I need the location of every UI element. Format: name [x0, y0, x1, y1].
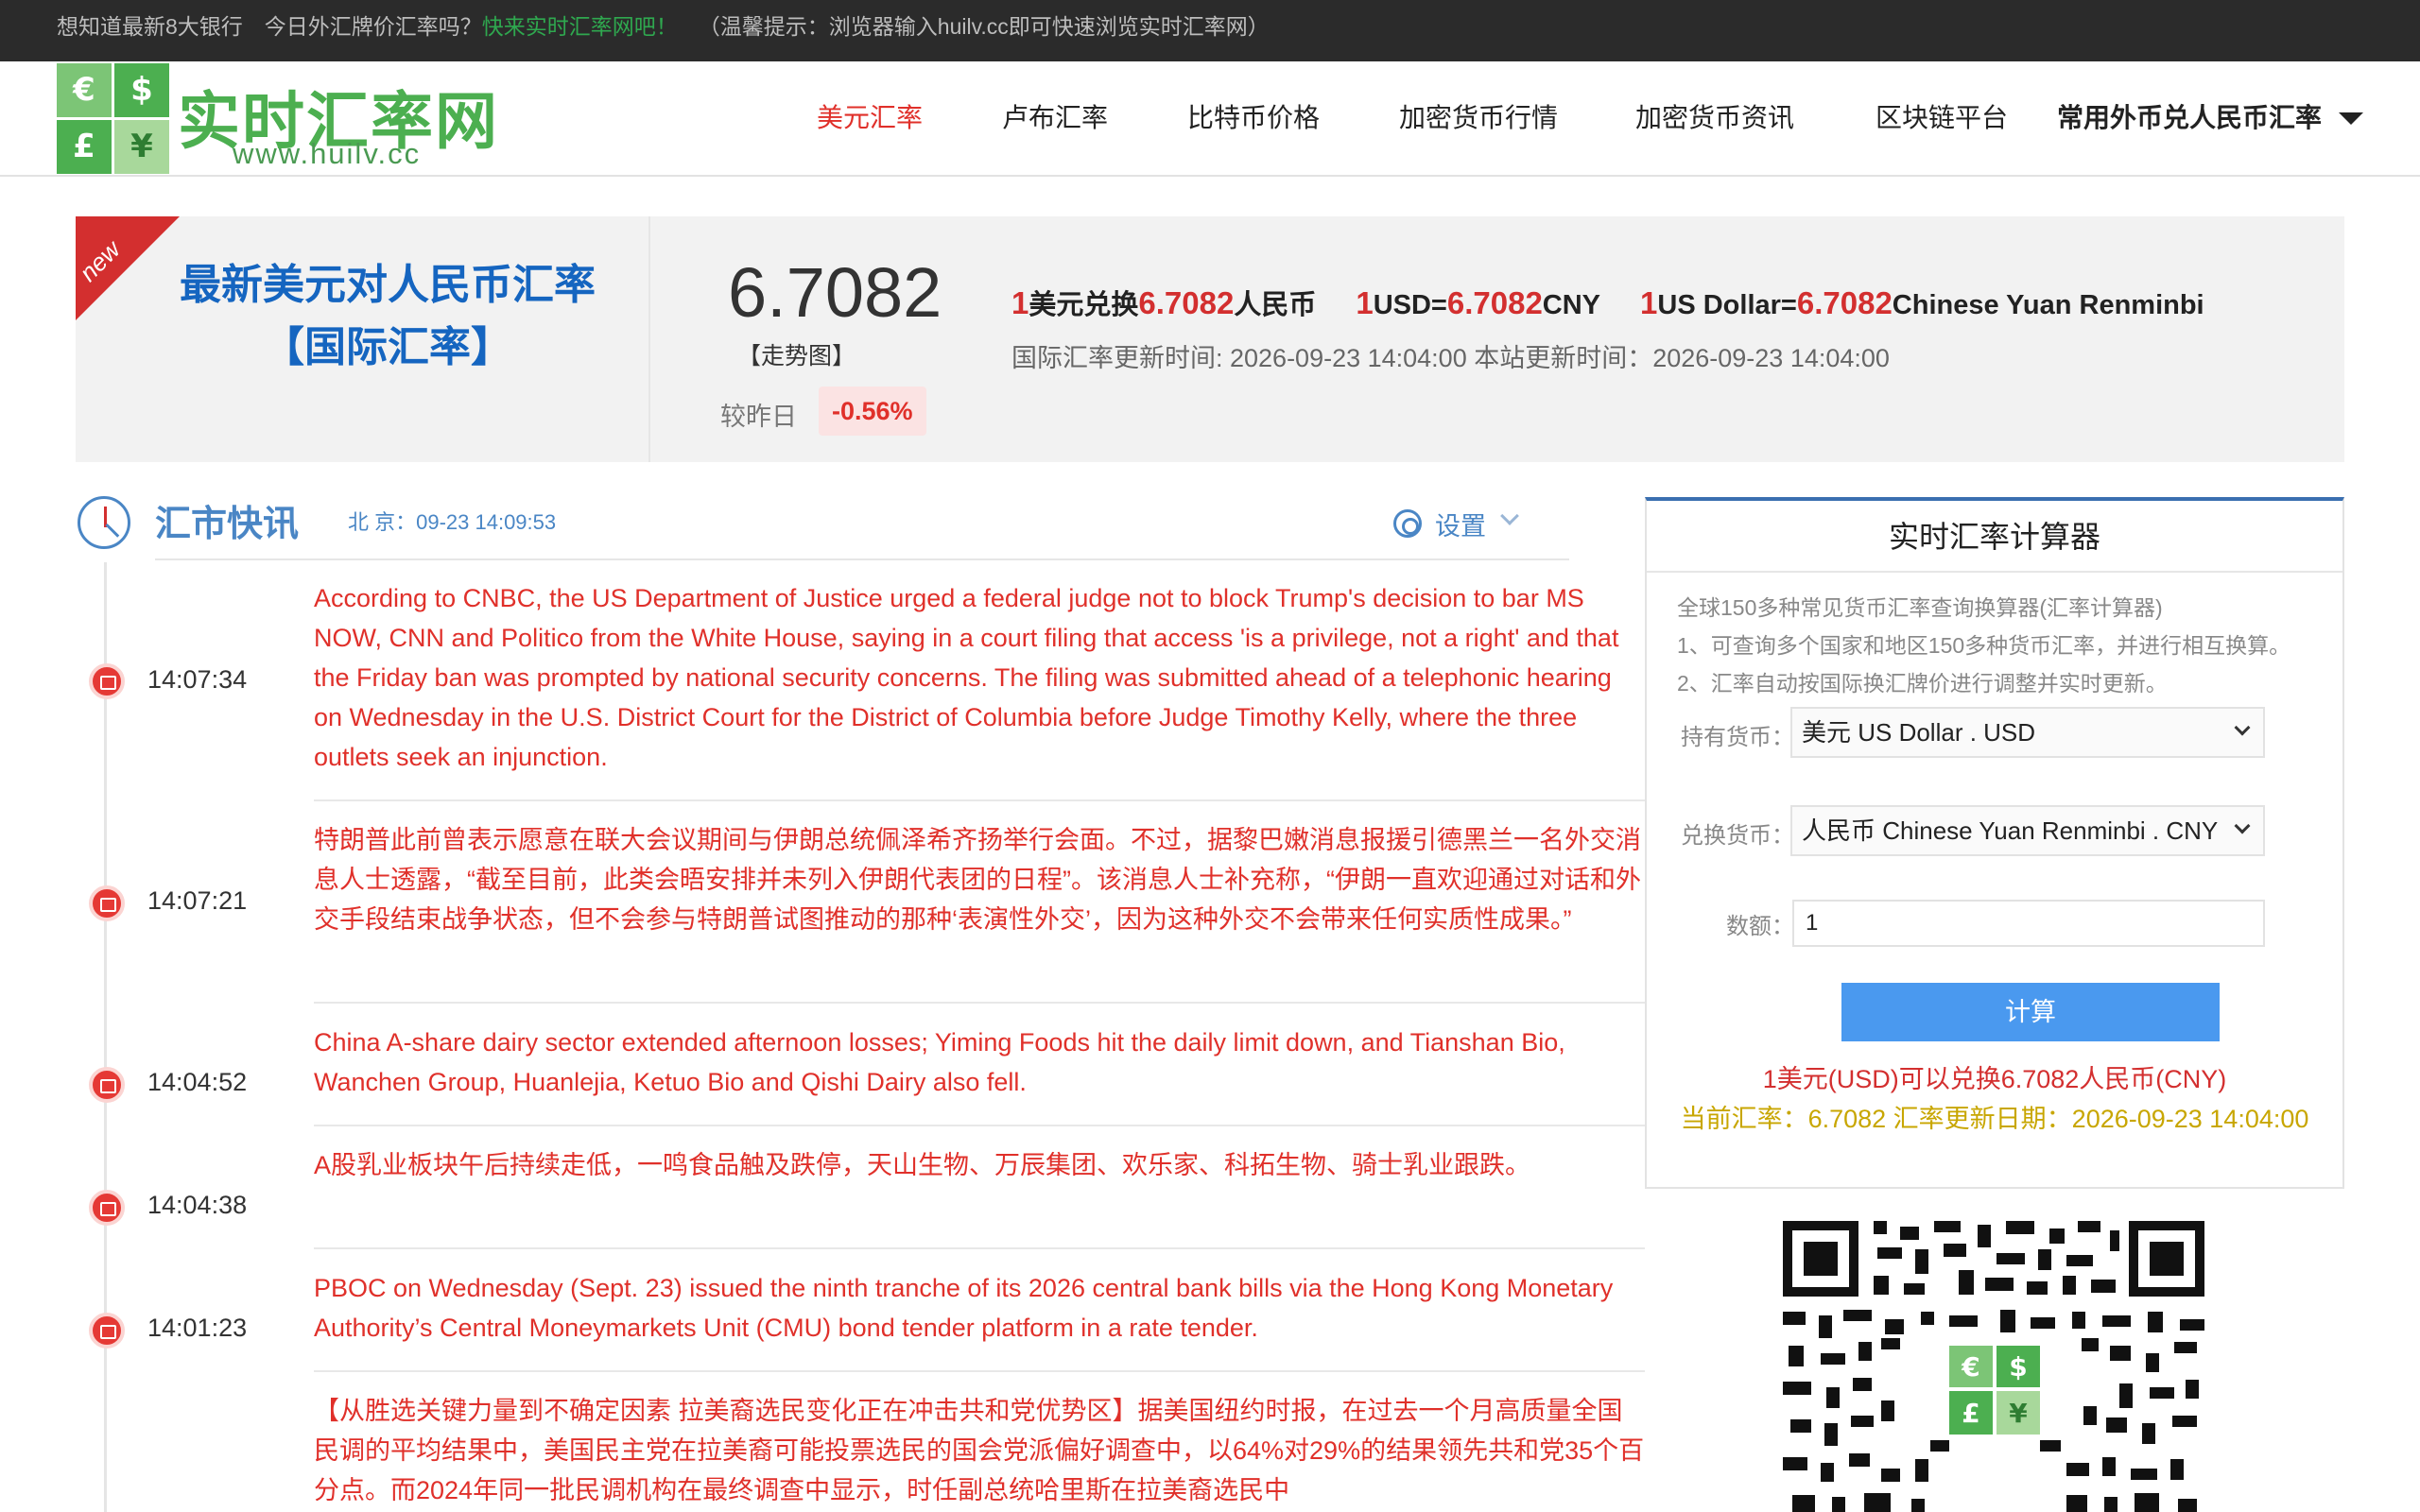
nav-item-crypto-news[interactable]: 加密货币资讯 — [1635, 97, 1794, 135]
rate-title: 最新美元对人民币汇率 【国际汇率】 — [170, 254, 605, 379]
calculate-button[interactable]: 计算 — [1841, 983, 2220, 1041]
current-rate-info: 当前汇率：6.7082 汇率更新日期：2026-09-23 14:04:00 — [1680, 1105, 2309, 1133]
rate-change-badge: -0.56% — [819, 387, 926, 436]
qr-code: € $ £ ¥ — [1783, 1221, 2204, 1512]
beijing-time: 北 京：09-23 14:09:53 — [348, 510, 557, 534]
hold-currency-value: 美元 US Dollar . USD — [1802, 718, 2036, 747]
vs-yesterday-label: 较昨日 — [720, 403, 797, 431]
news-header: 汇市快讯 北 京：09-23 14:09:53 设置 — [76, 487, 1569, 562]
announcement-text: 想知道最新8大银行 今日外汇牌价汇率吗？ — [57, 14, 482, 39]
qr-euro-symbol: € — [1961, 1351, 1979, 1383]
news-time: 14:04:52 — [147, 1068, 248, 1096]
news-icon — [89, 663, 125, 699]
exchange-currency-value: 人民币 Chinese Yuan Renminbi . CNY — [1802, 816, 2219, 845]
chevron-down-icon[interactable] — [2339, 112, 2363, 125]
hold-currency-label: 持有货币： — [1681, 725, 1794, 750]
gear-icon[interactable] — [1393, 509, 1422, 538]
conv2-rate: 6.7082 — [1446, 285, 1543, 320]
euro-icon: € — [57, 63, 112, 117]
news-text[interactable]: PBOC on Wednesday (Sept. 23) issued the … — [314, 1268, 1645, 1348]
conv1-num: 1 — [1011, 285, 1029, 320]
nav-item-usd-rate[interactable]: 美元汇率 — [817, 97, 923, 135]
exchange-currency-select[interactable]: 人民币 Chinese Yuan Renminbi . CNY — [1790, 805, 2265, 856]
hold-currency-select[interactable]: 美元 US Dollar . USD — [1790, 707, 2265, 758]
top-announcement-bar: 想知道最新8大银行 今日外汇牌价汇率吗？快来实时汇率网吧！ （温馨提示：浏览器输入… — [0, 0, 2420, 61]
news-divider — [314, 1370, 1645, 1372]
timeline-line — [104, 562, 107, 1512]
news-time: 14:07:21 — [147, 886, 248, 915]
currency-calculator: 实时汇率计算器 全球150多种常见货币汇率查询换算器(汇率计算器) 1、可查询多… — [1645, 497, 2344, 1189]
dollar-icon: $ — [114, 63, 169, 117]
rate-title-line1: 最新美元对人民币汇率 — [180, 262, 596, 308]
conv3-num: 1 — [1640, 285, 1658, 320]
nav-item-crypto-market[interactable]: 加密货币行情 — [1399, 97, 1558, 135]
qr-code-image: € $ £ ¥ — [1783, 1221, 2204, 1512]
chevron-down-icon — [2234, 817, 2251, 834]
update-time-text: 国际汇率更新时间: 2026-09-23 14:04:00 本站更新时间：202… — [1011, 344, 1890, 372]
news-divider — [314, 1247, 1645, 1249]
divider — [155, 558, 1569, 560]
conversion-line: 1美元兑换6.7082人民币 1USD=6.7082CNY 1US Dollar=6… — [1011, 283, 2204, 322]
qr-yen-symbol: ¥ — [2009, 1398, 2028, 1429]
amount-label: 数额： — [1726, 914, 1794, 939]
news-icon — [89, 1313, 125, 1349]
conv3-rate: 6.7082 — [1796, 285, 1893, 320]
news-text[interactable]: According to CNBC, the US Department of … — [314, 578, 1645, 777]
calculator-desc: 全球150多种常见货币汇率查询换算器(汇率计算器) — [1677, 595, 2163, 620]
conv2-num: 1 — [1356, 285, 1374, 320]
yen-icon: ¥ — [114, 120, 169, 174]
news-time: 14:07:34 — [147, 665, 248, 694]
nav-item-blockchain-platform[interactable]: 区块链平台 — [1876, 97, 2008, 135]
conv1-to: 人民币 — [1234, 290, 1317, 320]
pound-icon: £ — [57, 120, 112, 174]
news-divider — [314, 799, 1645, 801]
qr-dollar-symbol: $ — [2009, 1351, 2027, 1383]
conv1-rate: 6.7082 — [1138, 285, 1235, 320]
rate-title-line2: 【国际汇率】 — [263, 324, 512, 370]
chevron-down-icon[interactable] — [1500, 507, 1519, 525]
logo-currency-grid: € $ £ ¥ — [57, 63, 170, 175]
announcement-tip: （温馨提示：浏览器输入huilv.cc即可快速浏览实时汇率网） — [698, 14, 1270, 39]
news-text[interactable]: China A-share dairy sector extended afte… — [314, 1022, 1645, 1102]
conv3-to: Chinese Yuan Renminbi — [1892, 290, 2204, 320]
logo-url: www.huilv.cc — [233, 137, 422, 170]
nav-item-common-currencies[interactable]: 常用外币兑人民币汇率 — [2057, 97, 2322, 135]
clock-icon — [78, 496, 130, 549]
news-title: 汇市快讯 — [155, 505, 300, 544]
calculator-title: 实时汇率计算器 — [1647, 501, 2342, 573]
news-text[interactable]: A股乳业板块午后持续走低，一鸣食品触及跌停，天山生物、万辰集团、欢乐家、科拓生物… — [314, 1145, 1645, 1185]
calculation-result: 1美元(USD)可以兑换6.7082人民币(CNY) — [1762, 1065, 2227, 1093]
news-time: 14:01:23 — [147, 1314, 248, 1342]
news-divider — [314, 1125, 1645, 1126]
site-header: € $ £ ¥ 实时汇率网 www.huilv.cc 美元汇率 卢布汇率 比特币… — [0, 61, 2420, 177]
calculator-desc: 2、汇率自动按国际换汇牌价进行调整并实时更新。 — [1677, 671, 2168, 696]
qr-logo: € $ £ ¥ — [1944, 1340, 2048, 1440]
news-icon — [89, 885, 125, 921]
conv3-from: US Dollar= — [1657, 290, 1797, 320]
conv2-from: USD= — [1373, 290, 1447, 320]
qr-pound-symbol: £ — [1962, 1398, 1979, 1429]
announcement-link[interactable]: 快来实时汇率网吧！ — [482, 14, 678, 39]
amount-input[interactable]: 1 — [1792, 900, 2265, 947]
news-time: 14:04:38 — [147, 1191, 248, 1219]
nav-item-rub-rate[interactable]: 卢布汇率 — [1002, 97, 1108, 135]
news-text[interactable]: 【从胜选关键力量到不确定因素 拉美裔选民变化正在冲击共和党优势区】据美国纽约时报… — [314, 1391, 1645, 1510]
conv2-to: CNY — [1542, 290, 1601, 320]
news-icon — [89, 1067, 125, 1103]
news-text[interactable]: 特朗普此前曾表示愿意在联大会议期间与伊朗总统佩泽希齐扬举行会面。不过，据黎巴嫩消… — [314, 820, 1645, 939]
exchange-currency-label: 兑换货币： — [1681, 823, 1794, 849]
rate-panel: new 最新美元对人民币汇率 【国际汇率】 6.7082 【走势图】 较昨日 -… — [76, 216, 2344, 462]
calculator-desc: 1、可查询多个国家和地区150多种货币汇率，并进行相互换算。 — [1677, 633, 2291, 658]
trend-chart-link[interactable]: 【走势图】 — [737, 337, 856, 371]
site-logo[interactable]: € $ £ ¥ 实时汇率网 www.huilv.cc — [57, 63, 497, 175]
new-ribbon: new — [76, 216, 180, 320]
current-rate-value: 6.7082 — [728, 253, 942, 332]
conv1-from: 美元兑换 — [1028, 290, 1139, 320]
chevron-down-icon — [2234, 719, 2251, 736]
news-icon — [89, 1190, 125, 1226]
settings-label: 设置 — [1435, 512, 1486, 541]
news-divider — [314, 1002, 1645, 1004]
nav-item-bitcoin-price[interactable]: 比特币价格 — [1187, 97, 1320, 135]
rate-title-box: new 最新美元对人民币汇率 【国际汇率】 — [76, 216, 650, 462]
